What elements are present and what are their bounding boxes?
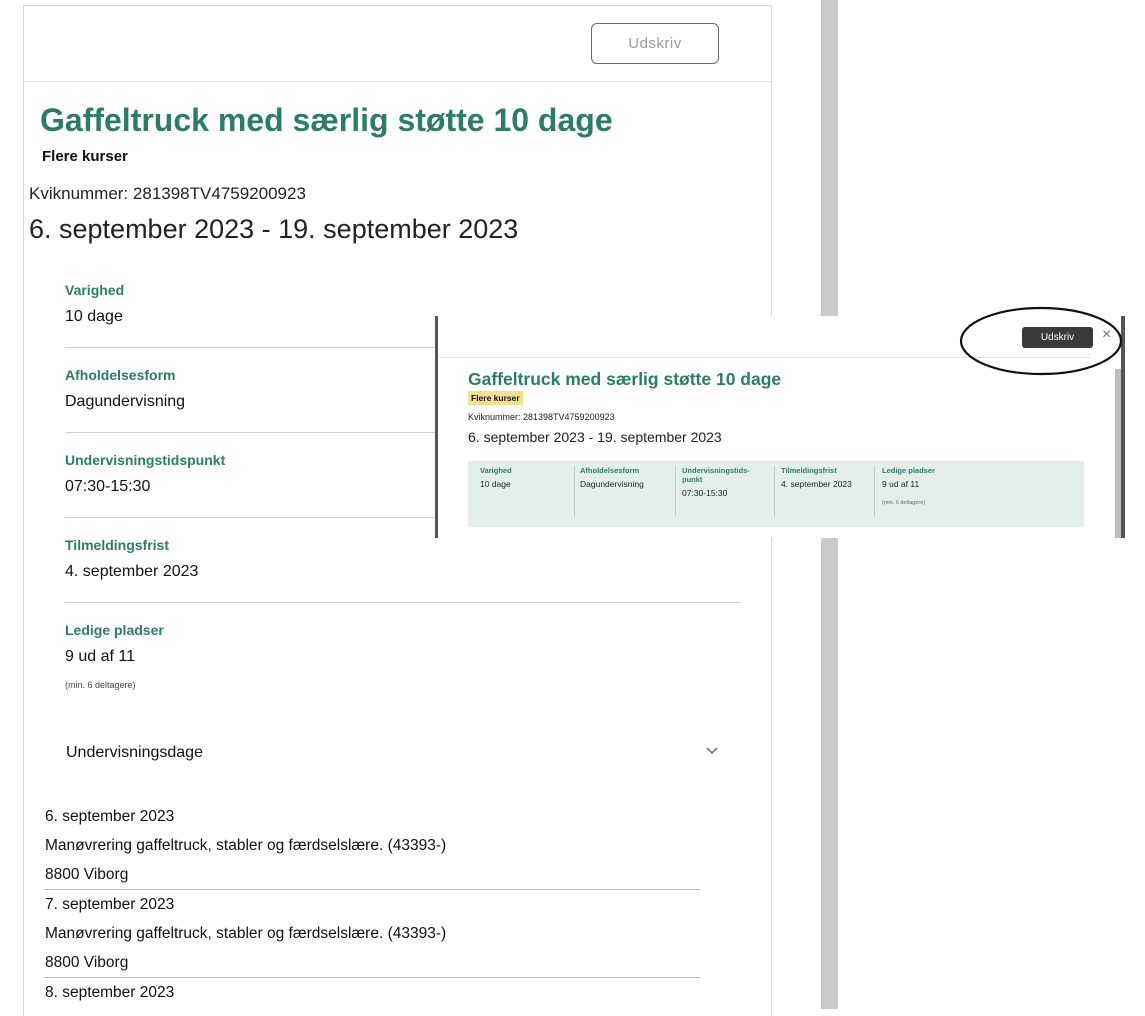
- detail-label: Varighed: [480, 466, 512, 475]
- teaching-days-toggle[interactable]: Undervisningsdage: [66, 744, 203, 762]
- more-courses-badge: Flere kurser: [468, 391, 523, 405]
- field-note: (min. 6 deltagere): [65, 680, 136, 690]
- day-location: 8800 Viborg: [45, 866, 129, 883]
- course-title: Gaffeltruck med særlig støtte 10 dage: [468, 369, 782, 389]
- annotation-ellipse: [959, 306, 1123, 376]
- panel-toolbar: Udskriv: [24, 6, 771, 82]
- day-course: Manøvrering gaffeltruck, stabler og færd…: [45, 925, 447, 942]
- day-date: 7. september 2023: [45, 896, 175, 913]
- field-label: Ledige pladser: [65, 622, 164, 638]
- teaching-days-list: 6. september 2023 Manøvrering gaffeltruc…: [45, 802, 700, 1007]
- detail-value: 10 dage: [480, 479, 511, 489]
- detail-label-cont: punkt: [682, 475, 703, 484]
- quick-number: Kviknummer: 281398TV4759200923: [468, 412, 615, 422]
- day-date: 6. september 2023: [45, 808, 175, 825]
- detail-value: 07:30-15:30: [682, 488, 728, 498]
- detail-value: 9 ud af 11: [882, 479, 920, 489]
- more-courses-label: Flere kurser: [42, 148, 128, 165]
- detail-label: Undervisningstids-: [682, 466, 750, 475]
- detail-column: Afholdelsesform Dagundervisning: [580, 466, 676, 517]
- detail-column: Tilmeldingsfrist 4. september 2023: [781, 466, 875, 517]
- field-value: Dagundervisning: [65, 393, 186, 410]
- date-range: 6. september 2023 - 19. september 2023: [468, 429, 722, 445]
- chevron-down-icon[interactable]: [706, 746, 718, 756]
- day-course: Manøvrering gaffeltruck, stabler og færd…: [45, 837, 447, 854]
- detail-column: Undervisningstids- punkt 07:30-15:30: [682, 466, 775, 517]
- detail-value: Dagundervisning: [580, 479, 644, 489]
- list-item: 8. september 2023: [45, 978, 700, 1007]
- detail-column: Varighed 10 dage: [480, 466, 575, 517]
- print-button[interactable]: Udskriv: [591, 23, 719, 64]
- field-label: Afholdelsesform: [65, 367, 176, 383]
- field-value: 10 dage: [65, 308, 123, 325]
- day-date: 8. september 2023: [45, 984, 175, 1001]
- list-item: 6. september 2023 Manøvrering gaffeltruc…: [45, 802, 700, 890]
- detail-column: Ledige pladser 9 ud af 11 (min. 6 deltag…: [882, 466, 972, 517]
- scrollbar[interactable]: [1115, 369, 1121, 538]
- detail-value: 4. september 2023: [781, 479, 852, 489]
- quick-number: Kviknummer: 281398TV4759200923: [29, 184, 306, 203]
- date-range: 6. september 2023 - 19. september 2023: [29, 214, 519, 244]
- field-label: Tilmeldingsfrist: [65, 537, 169, 553]
- field-value: 4. september 2023: [65, 563, 199, 580]
- field-value: 07:30-15:30: [65, 478, 151, 495]
- field-label: Undervisningstidspunkt: [65, 452, 226, 468]
- field-value: 9 ud af 11: [65, 648, 135, 665]
- detail-label: Ledige pladser: [882, 466, 935, 475]
- detail-note: (min. 6 deltagere): [882, 500, 926, 506]
- list-item: 7. september 2023 Manøvrering gaffeltruc…: [45, 890, 700, 978]
- course-title: Gaffeltruck med særlig støtte 10 dage: [40, 102, 613, 138]
- details-strip: Varighed 10 dage Afholdelsesform Dagunde…: [468, 461, 1084, 527]
- day-location: 8800 Viborg: [45, 954, 129, 971]
- detail-label: Afholdelsesform: [580, 466, 640, 475]
- field-label: Varighed: [65, 282, 125, 298]
- inset-border-left: [435, 316, 438, 538]
- detail-label: Tilmeldingsfrist: [781, 466, 837, 475]
